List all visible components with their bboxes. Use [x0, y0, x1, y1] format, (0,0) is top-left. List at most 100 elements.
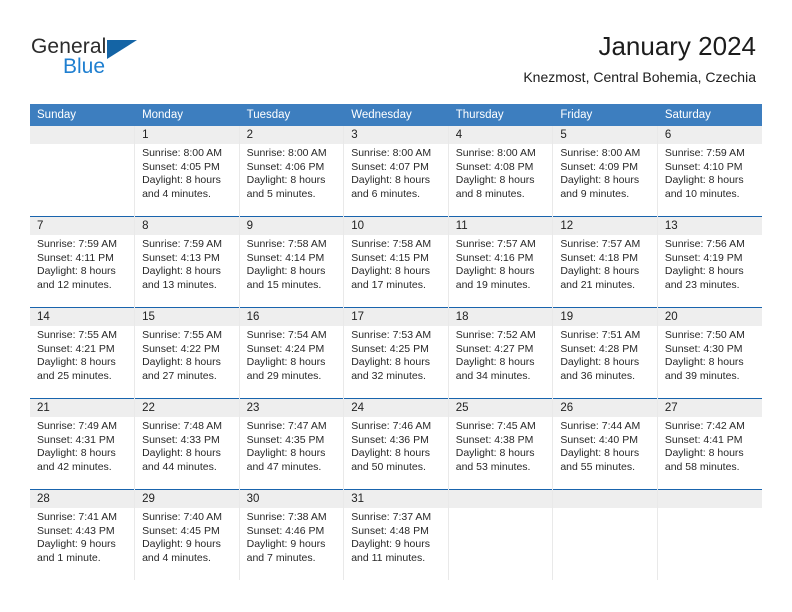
day-cell-inner: 30 Sunrise: 7:38 AM Sunset: 4:46 PM Dayligh… [239, 490, 344, 580]
day-cell-inner: 11 Sunrise: 7:57 AM Sunset: 4:16 PM Dayligh… [448, 217, 553, 307]
day-cell[interactable]: 23 Sunrise: 7:47 AM Sunset: 4:35 PM Dayligh… [239, 398, 345, 490]
day-details: Sunrise: 7:59 AM Sunset: 4:11 PM Daylight:… [30, 235, 134, 292]
day-cell[interactable]: 15 Sunrise: 7:55 AM Sunset: 4:22 PM Dayligh… [134, 307, 240, 399]
daylight-text: Daylight: 9 hours and 1 minute. [37, 538, 116, 564]
day-cell-inner: 15 Sunrise: 7:55 AM Sunset: 4:22 PM Dayligh… [135, 308, 239, 398]
day-number: 20 [657, 308, 762, 326]
day-cell-empty [448, 489, 554, 580]
sunset-text: Sunset: 4:45 PM [142, 524, 220, 537]
sunrise-text: Sunrise: 7:47 AM [246, 420, 327, 432]
day-cell[interactable]: 12 Sunrise: 7:57 AM Sunset: 4:18 PM Dayligh… [552, 216, 658, 308]
day-number: 21 [30, 399, 135, 417]
day-cell[interactable]: 10 Sunrise: 7:58 AM Sunset: 4:15 PM Dayligh… [343, 216, 449, 308]
day-number: 10 [344, 217, 448, 235]
day-cell[interactable]: 14 Sunrise: 7:55 AM Sunset: 4:21 PM Dayligh… [30, 307, 136, 399]
day-cell-inner [30, 126, 135, 216]
day-cell-inner: 24 Sunrise: 7:46 AM Sunset: 4:36 PM Dayligh… [344, 399, 448, 489]
day-details: Sunrise: 7:40 AM Sunset: 4:45 PM Daylight:… [135, 508, 239, 565]
day-cell[interactable]: 30 Sunrise: 7:38 AM Sunset: 4:46 PM Dayligh… [239, 489, 345, 580]
day-cell[interactable]: 11 Sunrise: 7:57 AM Sunset: 4:16 PM Dayligh… [448, 216, 554, 308]
sunset-text: Sunset: 4:09 PM [560, 160, 638, 173]
week-row: 28 Sunrise: 7:41 AM Sunset: 4:43 PM Dayligh… [30, 489, 762, 580]
sunset-text: Sunset: 4:30 PM [664, 342, 743, 355]
day-cell[interactable]: 27 Sunrise: 7:42 AM Sunset: 4:41 PM Dayligh… [657, 398, 762, 490]
sunrise-text: Sunrise: 7:58 AM [246, 238, 327, 250]
day-number [448, 490, 553, 508]
daylight-text: Daylight: 8 hours and 32 minutes. [351, 356, 430, 382]
day-cell-inner: 4 Sunrise: 8:00 AM Sunset: 4:08 PM Daylight… [448, 126, 553, 216]
sunrise-text: Sunrise: 7:38 AM [246, 511, 327, 523]
sunrise-text: Sunrise: 7:55 AM [37, 329, 117, 341]
sunrise-text: Sunrise: 7:40 AM [142, 511, 223, 523]
sunrise-text: Sunrise: 7:59 AM [664, 147, 745, 159]
day-cell-inner: 17 Sunrise: 7:53 AM Sunset: 4:25 PM Dayligh… [344, 308, 448, 398]
day-cell[interactable]: 24 Sunrise: 7:46 AM Sunset: 4:36 PM Dayligh… [343, 398, 449, 490]
page-header: General Blue January 2024 Knezmost, Cent… [0, 0, 792, 100]
day-cell[interactable]: 9 Sunrise: 7:58 AM Sunset: 4:14 PM Daylight… [239, 216, 345, 308]
sunset-text: Sunset: 4:18 PM [560, 251, 638, 264]
sunrise-text: Sunrise: 8:00 AM [560, 147, 641, 159]
day-cell[interactable]: 22 Sunrise: 7:48 AM Sunset: 4:33 PM Dayligh… [134, 398, 240, 490]
day-details: Sunrise: 7:58 AM Sunset: 4:15 PM Daylight:… [344, 235, 448, 292]
day-cell[interactable]: 7 Sunrise: 7:59 AM Sunset: 4:11 PM Daylight… [30, 216, 136, 308]
day-cell[interactable]: 29 Sunrise: 7:40 AM Sunset: 4:45 PM Dayligh… [134, 489, 240, 580]
daylight-text: Daylight: 8 hours and 10 minutes. [664, 174, 744, 200]
day-cell[interactable]: 28 Sunrise: 7:41 AM Sunset: 4:43 PM Dayligh… [30, 489, 136, 580]
day-details: Sunrise: 7:45 AM Sunset: 4:38 PM Daylight:… [449, 417, 553, 474]
day-cell[interactable]: 6 Sunrise: 7:59 AM Sunset: 4:10 PM Daylight… [657, 126, 762, 217]
sunrise-text: Sunrise: 7:55 AM [142, 329, 223, 341]
weekday-header-wednesday: Wednesday [343, 104, 449, 126]
day-cell[interactable]: 21 Sunrise: 7:49 AM Sunset: 4:31 PM Dayligh… [30, 398, 136, 490]
daylight-text: Daylight: 8 hours and 42 minutes. [37, 447, 116, 473]
day-cell[interactable]: 31 Sunrise: 7:37 AM Sunset: 4:48 PM Dayligh… [343, 489, 449, 580]
day-number: 11 [448, 217, 553, 235]
sunset-text: Sunset: 4:27 PM [455, 342, 534, 355]
sunrise-sunset-calendar: Sunday Monday Tuesday Wednesday Thursday Frid… [30, 104, 762, 580]
sunrise-text: Sunrise: 7:59 AM [142, 238, 223, 250]
day-cell[interactable]: 17 Sunrise: 7:53 AM Sunset: 4:25 PM Dayligh… [343, 307, 449, 399]
day-cell-inner: 13 Sunrise: 7:56 AM Sunset: 4:19 PM Dayligh… [657, 217, 762, 307]
weekday-header-thursday: Thursday [448, 104, 554, 126]
day-cell[interactable]: 19 Sunrise: 7:51 AM Sunset: 4:28 PM Dayligh… [552, 307, 658, 399]
weekday-header-saturday: Saturday [657, 104, 762, 126]
day-cell[interactable]: 20 Sunrise: 7:50 AM Sunset: 4:30 PM Dayligh… [657, 307, 762, 399]
day-cell[interactable]: 1 Sunrise: 8:00 AM Sunset: 4:05 PM Daylight… [134, 126, 240, 217]
day-cell[interactable]: 5 Sunrise: 8:00 AM Sunset: 4:09 PM Daylight… [552, 126, 658, 217]
sunset-text: Sunset: 4:15 PM [351, 251, 429, 264]
triangle-icon [107, 40, 137, 59]
weekday-header-sunday: Sunday [30, 104, 136, 126]
day-number: 27 [657, 399, 762, 417]
daylight-text: Daylight: 8 hours and 55 minutes. [560, 447, 640, 473]
daylight-text: Daylight: 9 hours and 7 minutes. [246, 538, 326, 564]
day-cell[interactable]: 18 Sunrise: 7:52 AM Sunset: 4:27 PM Dayligh… [448, 307, 554, 399]
sunrise-text: Sunrise: 7:57 AM [560, 238, 641, 250]
day-details: Sunrise: 7:51 AM Sunset: 4:28 PM Daylight:… [553, 326, 657, 383]
daylight-text: Daylight: 8 hours and 23 minutes. [664, 265, 744, 291]
day-details: Sunrise: 7:59 AM Sunset: 4:13 PM Daylight:… [135, 235, 239, 292]
day-details: Sunrise: 7:46 AM Sunset: 4:36 PM Daylight:… [344, 417, 448, 474]
day-cell-empty [30, 126, 136, 217]
day-details: Sunrise: 7:44 AM Sunset: 4:40 PM Daylight:… [553, 417, 657, 474]
sunrise-text: Sunrise: 7:51 AM [560, 329, 641, 341]
general-blue-logo[interactable]: General Blue [31, 35, 161, 81]
sunset-text: Sunset: 4:08 PM [455, 160, 534, 173]
day-cell-inner: 12 Sunrise: 7:57 AM Sunset: 4:18 PM Dayligh… [553, 217, 657, 307]
week-row: 1 Sunrise: 8:00 AM Sunset: 4:05 PM Daylight… [30, 126, 762, 217]
day-cell[interactable]: 16 Sunrise: 7:54 AM Sunset: 4:24 PM Dayligh… [239, 307, 345, 399]
day-cell[interactable]: 3 Sunrise: 8:00 AM Sunset: 4:07 PM Daylight… [343, 126, 449, 217]
day-number: 15 [135, 308, 239, 326]
day-cell-inner: 31 Sunrise: 7:37 AM Sunset: 4:48 PM Dayligh… [344, 490, 448, 580]
day-cell[interactable]: 2 Sunrise: 8:00 AM Sunset: 4:06 PM Daylight… [239, 126, 345, 217]
day-number: 4 [448, 126, 553, 144]
day-cell-inner: 20 Sunrise: 7:50 AM Sunset: 4:30 PM Dayligh… [657, 308, 762, 398]
day-details: Sunrise: 7:41 AM Sunset: 4:43 PM Daylight:… [30, 508, 134, 565]
day-cell[interactable]: 13 Sunrise: 7:56 AM Sunset: 4:19 PM Dayligh… [657, 216, 762, 308]
day-cell[interactable]: 25 Sunrise: 7:45 AM Sunset: 4:38 PM Dayligh… [448, 398, 554, 490]
day-details: Sunrise: 7:55 AM Sunset: 4:22 PM Daylight:… [135, 326, 239, 383]
day-cell[interactable]: 4 Sunrise: 8:00 AM Sunset: 4:08 PM Daylight… [448, 126, 554, 217]
day-cell[interactable]: 26 Sunrise: 7:44 AM Sunset: 4:40 PM Dayligh… [552, 398, 658, 490]
day-cell[interactable]: 8 Sunrise: 7:59 AM Sunset: 4:13 PM Daylight… [134, 216, 240, 308]
sunset-text: Sunset: 4:19 PM [664, 251, 743, 264]
day-cell-empty [657, 489, 762, 580]
day-cell-inner [448, 490, 553, 580]
